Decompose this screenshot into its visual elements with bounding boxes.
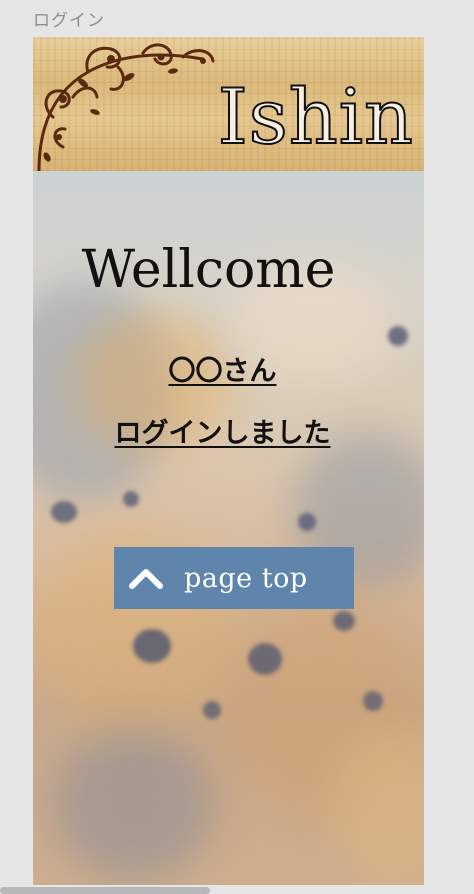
user-name-text: 〇〇さん <box>168 356 277 387</box>
page-top-label: page top <box>184 562 308 594</box>
frame-title: ログイン <box>33 11 105 31</box>
artboard: Ishin Wellcome 〇〇さん ログインしました page top <box>33 37 424 885</box>
login-status-text: ログインしました <box>114 418 331 449</box>
logo-text: Ishin <box>217 72 414 161</box>
welcome-heading: Wellcome <box>81 240 336 300</box>
horizontal-scrollbar[interactable] <box>0 887 210 894</box>
header-banner: Ishin <box>33 37 424 172</box>
page-top-button[interactable]: page top <box>114 547 354 609</box>
flourish-ornament-icon <box>37 43 215 171</box>
chevron-up-icon <box>126 558 166 598</box>
